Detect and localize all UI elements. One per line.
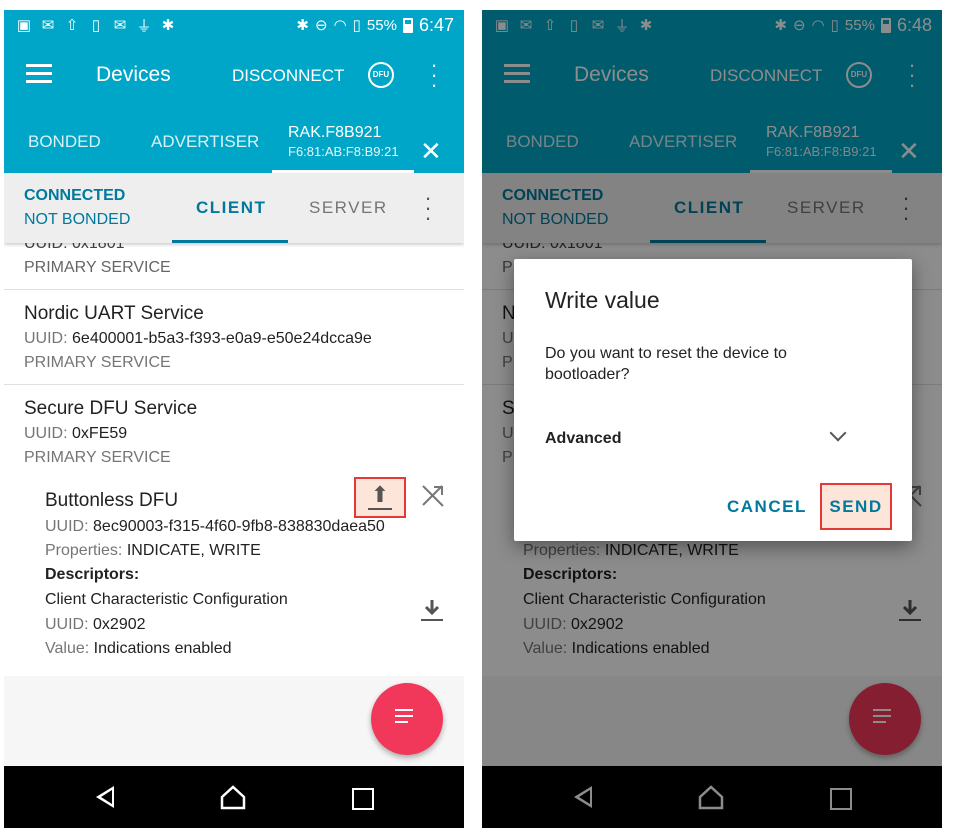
service-uuid: UUID: 0x1801 — [24, 243, 125, 252]
tab-device[interactable]: RAK.F8B921 F6:81:AB:F8:B9:21 — [272, 122, 414, 173]
write-value-dialog: Write value Do you want to reset the dev… — [514, 259, 912, 541]
write-value-button[interactable]: ⬆ — [354, 477, 406, 518]
service-type: PRIMARY SERVICE — [24, 259, 171, 276]
screen-after: ▣ ✉ ⇧ ▯ ✉ ⏚ ✱ ✱ ⊖ ◠ ▯ 55% 6:48 Devices D… — [482, 10, 942, 828]
page-title: Devices — [96, 63, 171, 86]
service-uuid-uart: UUID: 6e400001-b5a3-f393-e0a9-e50e24dcca… — [24, 330, 372, 347]
bond-state: NOT BONDED — [24, 211, 131, 228]
send-button[interactable]: SEND — [820, 483, 892, 530]
characteristic-properties: Properties: INDICATE, WRITE — [45, 542, 261, 559]
write-disabled-icon[interactable] — [420, 483, 446, 509]
send-label: SEND — [829, 497, 883, 516]
tab-advertiser[interactable]: ADVERTISER — [151, 132, 259, 152]
divider — [4, 289, 464, 290]
alert-icon: ▯ — [352, 17, 361, 34]
log-fab-button[interactable] — [371, 683, 443, 755]
image-icon: ▣ — [16, 17, 32, 34]
client-tab-indicator — [172, 240, 288, 243]
upload-notif-icon: ⇧ — [65, 17, 79, 34]
device-address: F6:81:AB:F8:B9:21 — [288, 144, 399, 159]
divider — [4, 384, 464, 385]
upload-icon: ⬆ — [370, 482, 390, 507]
descriptors-heading: Descriptors: — [45, 566, 140, 583]
mail-icon: ✉ — [41, 17, 55, 34]
device-tabs: BONDED ADVERTISER RAK.F8B921 F6:81:AB:F8… — [4, 108, 464, 173]
characteristic-uuid: UUID: 8ec90003-f315-4f60-9fb8-838830daea… — [45, 518, 385, 535]
service-name-uart[interactable]: Nordic UART Service — [24, 303, 204, 325]
connection-state: CONNECTED — [24, 187, 126, 204]
download-icon[interactable] — [418, 596, 446, 624]
battery-percent: 55% — [366, 16, 397, 34]
close-icon[interactable]: ✕ — [420, 138, 442, 164]
service-name-dfu[interactable]: Secure DFU Service — [24, 398, 197, 420]
clock: 6:47 — [418, 14, 454, 35]
battery-icon — [402, 17, 413, 33]
characteristic-name[interactable]: Buttonless DFU — [45, 490, 178, 512]
tab-bonded[interactable]: BONDED — [28, 132, 101, 152]
tab-client[interactable]: CLIENT — [196, 198, 266, 218]
service-type-uart: PRIMARY SERVICE — [24, 354, 171, 371]
menu-icon[interactable] — [26, 64, 52, 84]
bluetooth-icon: ✱ — [296, 17, 309, 34]
descriptor-value: Value: Indications enabled — [45, 640, 232, 657]
sim-icon: ▯ — [91, 17, 101, 34]
dnd-icon: ⊖ — [314, 17, 328, 34]
app-bar: Devices DISCONNECT DFU · · · — [4, 40, 464, 108]
descriptor-name[interactable]: Client Characteristic Configuration — [45, 591, 288, 609]
device-name: RAK.F8B921 — [288, 124, 382, 141]
connection-bar: CONNECTED NOT BONDED CLIENT SERVER · · · — [4, 173, 464, 243]
home-icon[interactable] — [220, 784, 246, 810]
back-icon[interactable] — [96, 786, 114, 808]
disconnect-button[interactable]: DISCONNECT — [232, 66, 344, 86]
gmail-icon: ✉ — [113, 17, 127, 34]
service-uuid-dfu: UUID: 0xFE59 — [24, 425, 128, 442]
nav-bar — [4, 766, 464, 828]
advanced-toggle[interactable]: Advanced — [545, 430, 621, 448]
fab-list-icon — [395, 709, 413, 727]
more-vert-icon[interactable]: · · · — [430, 54, 438, 96]
descriptor-uuid: UUID: 0x2902 — [45, 616, 146, 633]
notification-icons: ▣ ✉ ⇧ ▯ ✉ ⏚ ✱ — [4, 15, 176, 36]
service-list: UUID: 0x1801 PRIMARY SERVICE Nordic UART… — [4, 243, 464, 766]
wifi-icon: ◠ — [333, 17, 347, 34]
dfu-icon[interactable]: DFU — [368, 62, 394, 88]
tab-server[interactable]: SERVER — [309, 198, 388, 218]
cancel-button[interactable]: CANCEL — [727, 497, 807, 517]
screen-before: ▣ ✉ ⇧ ▯ ✉ ⏚ ✱ ✱ ⊖ ◠ ▯ 55% 6:47 Devices D… — [4, 10, 464, 828]
more-vert-icon[interactable]: · · · — [424, 187, 432, 229]
usb-icon: ⏚ — [136, 17, 152, 35]
service-type-dfu: PRIMARY SERVICE — [24, 449, 171, 466]
recents-icon[interactable] — [352, 788, 374, 810]
chevron-down-icon[interactable] — [829, 424, 847, 442]
status-bar: ▣ ✉ ⇧ ▯ ✉ ⏚ ✱ ✱ ⊖ ◠ ▯ 55% 6:47 — [4, 10, 464, 40]
dialog-message: Do you want to reset the device to bootl… — [545, 345, 787, 383]
dialog-title: Write value — [545, 287, 660, 313]
debug-icon: ✱ — [161, 17, 175, 34]
